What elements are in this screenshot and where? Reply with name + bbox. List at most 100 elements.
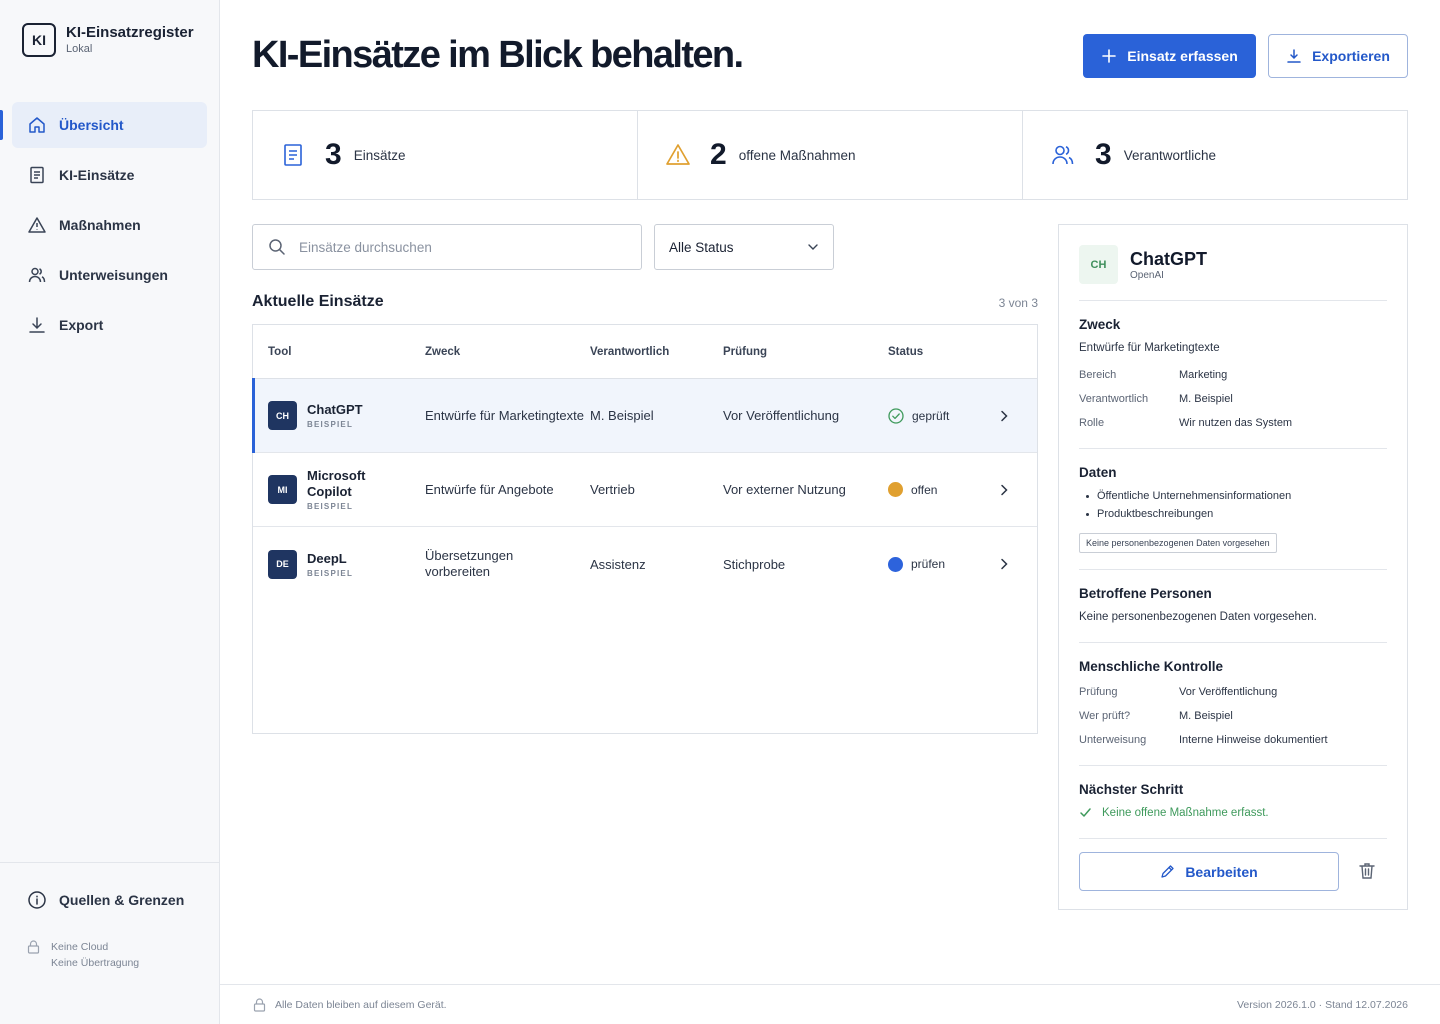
users-icon (27, 265, 47, 285)
persons-text: Keine personenbezogenen Daten vorgesehen… (1079, 611, 1317, 623)
lock-icon (27, 940, 40, 954)
field-value: M. Beispiel (1179, 393, 1233, 405)
stat-value: 3 (1095, 138, 1112, 171)
sidebar-item-unterweisungen[interactable]: Unterweisungen (12, 252, 207, 298)
field-value: Vor Veröffentlichung (1179, 686, 1278, 698)
list-item: Produktbeschreibungen (1086, 505, 1291, 523)
plus-icon (1101, 48, 1117, 64)
field-key: Unterweisung (1079, 734, 1147, 746)
divider (1079, 838, 1387, 839)
result-count: 3 von 3 (998, 296, 1038, 310)
document-icon (280, 142, 306, 168)
column-header-tool[interactable]: Tool (253, 346, 425, 358)
column-header-status[interactable]: Status (888, 346, 998, 358)
sidebar-item-massnahmen[interactable]: Maßnahmen (12, 202, 207, 248)
list-title: Aktuelle Einsätze (252, 293, 384, 310)
table-row[interactable]: MI Microsoft Copilot BEISPIEL Entwürfe f… (253, 453, 1037, 527)
sidebar-item-label: Maßnahmen (59, 217, 141, 233)
divider (1079, 300, 1387, 301)
search-input[interactable] (299, 239, 619, 255)
brand-logo: KI (22, 23, 56, 57)
table-header: Tool Zweck Verantwortlich Prüfung Status (253, 325, 1037, 379)
divider (1079, 765, 1387, 766)
example-tag: BEISPIEL (307, 420, 354, 429)
field-reviewer: Wer prüft? M. Beispiel (1079, 710, 1233, 722)
add-deployment-button[interactable]: Einsatz erfassen (1083, 34, 1256, 78)
divider (1079, 448, 1387, 449)
tool-badge: MI (268, 475, 297, 504)
version-info: Version 2026.1.0 · Stand 12.07.2026 (1236, 999, 1408, 1011)
sources-limits-link[interactable]: Quellen & Grenzen (27, 890, 184, 910)
list-item: Öffentliche Unternehmensinformationen (1086, 487, 1291, 505)
sidebar: KI KI-Einsatzregister Lokal Übersicht KI… (0, 0, 220, 1024)
footer: Alle Daten bleiben auf diesem Gerät. Ver… (220, 984, 1440, 1024)
detail-header: CH ChatGPT OpenAI (1079, 245, 1207, 284)
info-icon (27, 890, 47, 910)
status-filter-select[interactable]: Alle Status (654, 224, 834, 270)
status-label: geprüft (912, 408, 950, 423)
search-box (252, 224, 642, 270)
footer-privacy-text: Alle Daten bleiben auf diesem Gerät. (275, 999, 447, 1011)
status-label: prüfen (911, 557, 946, 571)
owner-cell: Assistenz (590, 556, 646, 572)
edit-label: Bearbeiten (1185, 863, 1258, 880)
data-list: Öffentliche Unternehmensinformationen Pr… (1086, 487, 1291, 523)
sidebar-item-export[interactable]: Export (12, 302, 207, 348)
review-cell: Vor Veröffentlichung (723, 408, 840, 423)
deployments-table: Tool Zweck Verantwortlich Prüfung Status… (252, 324, 1038, 734)
warning-icon (665, 142, 691, 168)
field-value: Wir nutzen das System (1179, 417, 1293, 429)
sidebar-item-uebersicht[interactable]: Übersicht (0, 102, 207, 148)
status-cell: geprüft (888, 407, 998, 424)
stat-label: offene Maßnahmen (738, 147, 856, 163)
divider (1079, 569, 1387, 570)
tool-badge: CH (1079, 245, 1118, 284)
export-button[interactable]: Exportieren (1268, 34, 1408, 78)
table-row[interactable]: CH ChatGPT BEISPIEL Entwürfe für Marketi… (252, 378, 1037, 453)
field-review: Prüfung Vor Veröffentlichung (1079, 686, 1277, 698)
status-dot-icon (888, 556, 903, 572)
sidebar-item-ki-einsaetze[interactable]: KI-Einsätze (12, 152, 207, 198)
field-key: Wer prüft? (1079, 710, 1131, 722)
add-deployment-label: Einsatz erfassen (1127, 48, 1238, 64)
footer-privacy: Alle Daten bleiben auf diesem Gerät. (253, 998, 447, 1012)
field-key: Prüfung (1079, 686, 1118, 698)
tool-badge: CH (268, 401, 297, 430)
page-title: KI-Einsätze im Blick behalten. (252, 34, 744, 76)
next-step-status: Keine offene Maßnahme erfasst. (1079, 806, 1269, 819)
sources-limits-label: Quellen & Grenzen (59, 892, 185, 908)
column-header-purpose[interactable]: Zweck (425, 346, 590, 358)
stat-deployments: 3 Einsätze (253, 111, 638, 199)
sidebar-item-label: KI-Einsätze (59, 167, 135, 183)
edit-button[interactable]: Bearbeiten (1079, 852, 1339, 891)
tool-name: ChatGPT (307, 402, 363, 417)
trash-icon[interactable] (1357, 861, 1377, 881)
field-value: Marketing (1179, 369, 1228, 381)
export-label: Exportieren (1312, 48, 1390, 64)
detail-panel: CH ChatGPT OpenAI Zweck Entwürfe für Mar… (1058, 224, 1408, 910)
privacy-note-line2: Keine Übertragung (51, 957, 140, 969)
purpose-cell: Entwürfe für Angebote (425, 481, 554, 497)
stat-value: 3 (325, 138, 342, 171)
privacy-note-line1: Keine Cloud (51, 941, 109, 953)
stat-value: 2 (710, 138, 727, 171)
sidebar-nav: Übersicht KI-Einsätze Maßnahmen Unterwei… (0, 102, 207, 352)
chevron-right-icon (998, 410, 1010, 422)
stat-responsible: 3 Verantwortliche (1023, 111, 1407, 199)
app-subtitle: Lokal (66, 43, 93, 55)
field-training: Unterweisung Interne Hinweise dokumentier… (1079, 734, 1328, 746)
sidebar-item-label: Übersicht (59, 117, 124, 133)
chevron-right-icon (998, 558, 1010, 570)
sidebar-item-label: Unterweisungen (59, 267, 168, 283)
table-row[interactable]: DE DeepL BEISPIEL Übersetzungen vorberei… (253, 527, 1037, 601)
field-key: Bereich (1079, 369, 1117, 381)
download-icon (27, 315, 47, 335)
purpose-text: Entwürfe für Marketingtexte (1079, 342, 1220, 354)
document-icon (27, 165, 47, 185)
status-cell: offen (888, 482, 998, 497)
chevron-right-icon (998, 484, 1010, 496)
column-header-owner[interactable]: Verantwortlich (590, 346, 723, 358)
column-header-review[interactable]: Prüfung (723, 346, 888, 358)
status-filter-value: Alle Status (669, 239, 734, 255)
field-key: Verantwortlich (1079, 393, 1149, 405)
